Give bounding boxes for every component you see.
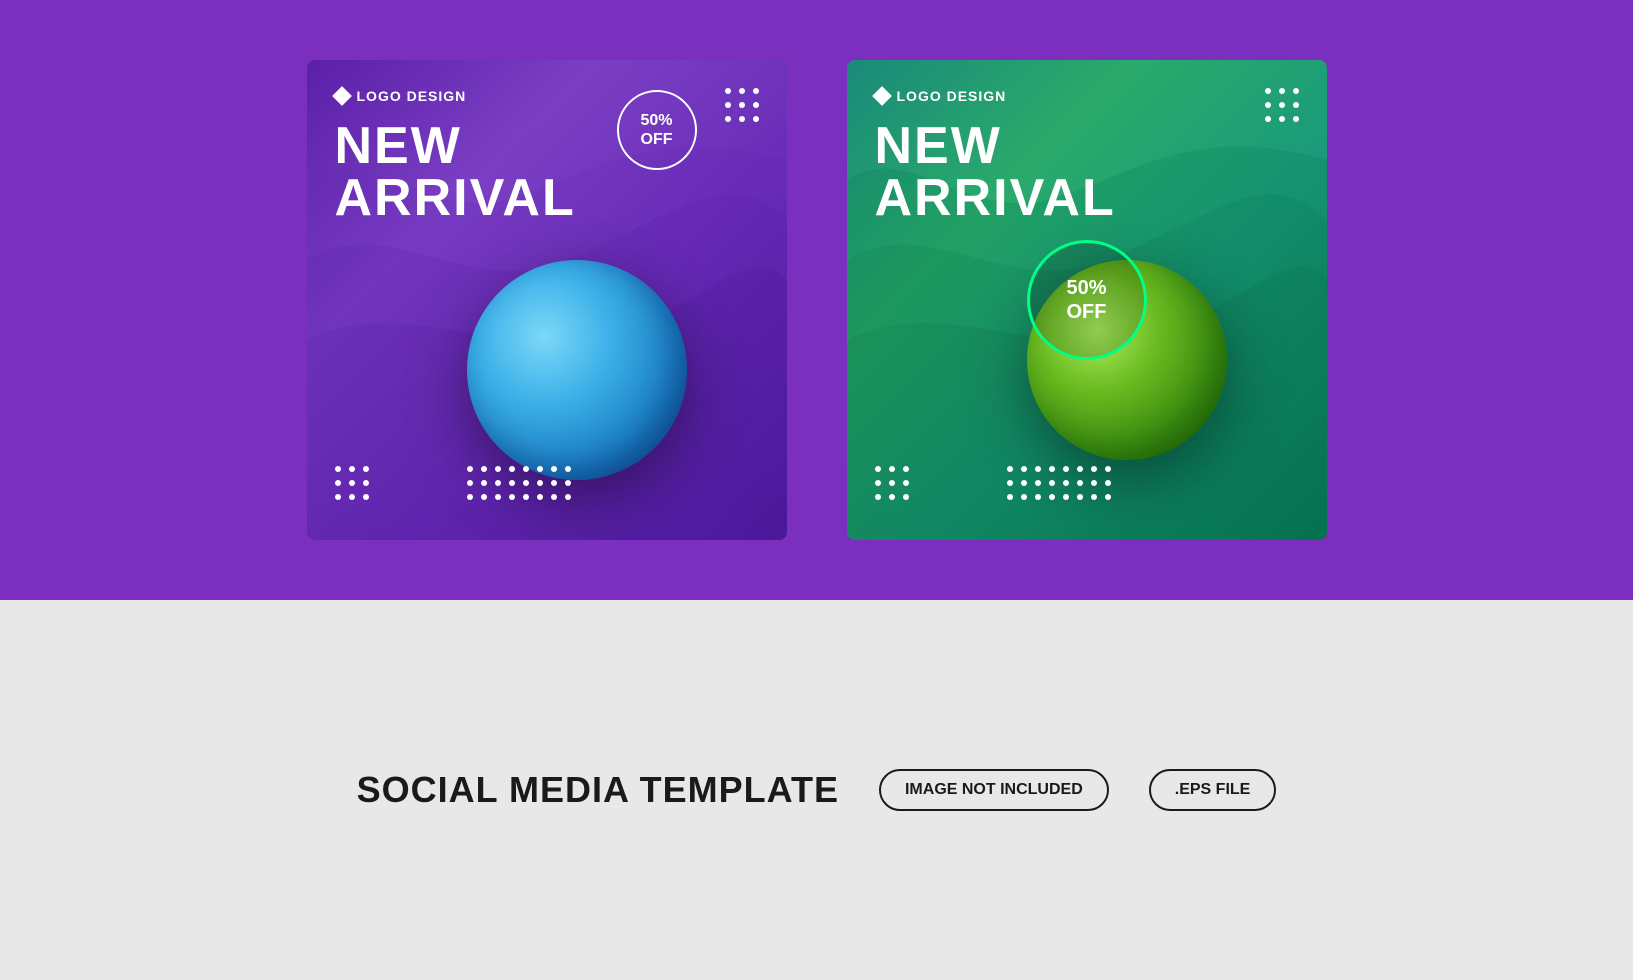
page-title: SOCIAL MEDIA TEMPLATE — [357, 769, 839, 811]
bottom-section: SOCIAL MEDIA TEMPLATE IMAGE NOT INCLUDED… — [0, 600, 1633, 980]
discount-badge-teal: 50% OFF — [1027, 240, 1147, 360]
dots-bottom-left-teal — [875, 466, 909, 500]
top-section: LOGO DESIGN NEW ARRIVAL 50% OFF — [0, 0, 1633, 600]
logo-text-purple: LOGO DESIGN — [357, 88, 467, 104]
dots-top-right-purple — [725, 88, 759, 122]
dots-bottom-right-purple — [467, 466, 571, 500]
image-not-included-badge[interactable]: IMAGE NOT INCLUDED — [879, 769, 1109, 811]
card-teal: LOGO DESIGN NEW ARRIVAL 50% OFF — [847, 60, 1327, 540]
logo-diamond-teal — [872, 86, 892, 106]
dots-bottom-left-purple — [335, 466, 369, 500]
discount-badge-purple: 50% OFF — [617, 90, 697, 170]
sphere-purple — [467, 260, 687, 480]
dots-bottom-right-teal — [1007, 466, 1111, 500]
dots-top-right-teal — [1265, 88, 1299, 122]
logo-diamond-purple — [332, 86, 352, 106]
logo-row-teal: LOGO DESIGN — [875, 88, 1299, 104]
logo-text-teal: LOGO DESIGN — [897, 88, 1007, 104]
card-purple: LOGO DESIGN NEW ARRIVAL 50% OFF — [307, 60, 787, 540]
eps-file-badge[interactable]: .EPS FILE — [1149, 769, 1277, 811]
headline-teal: NEW ARRIVAL — [875, 120, 1299, 224]
logo-row-purple: LOGO DESIGN — [335, 88, 759, 104]
